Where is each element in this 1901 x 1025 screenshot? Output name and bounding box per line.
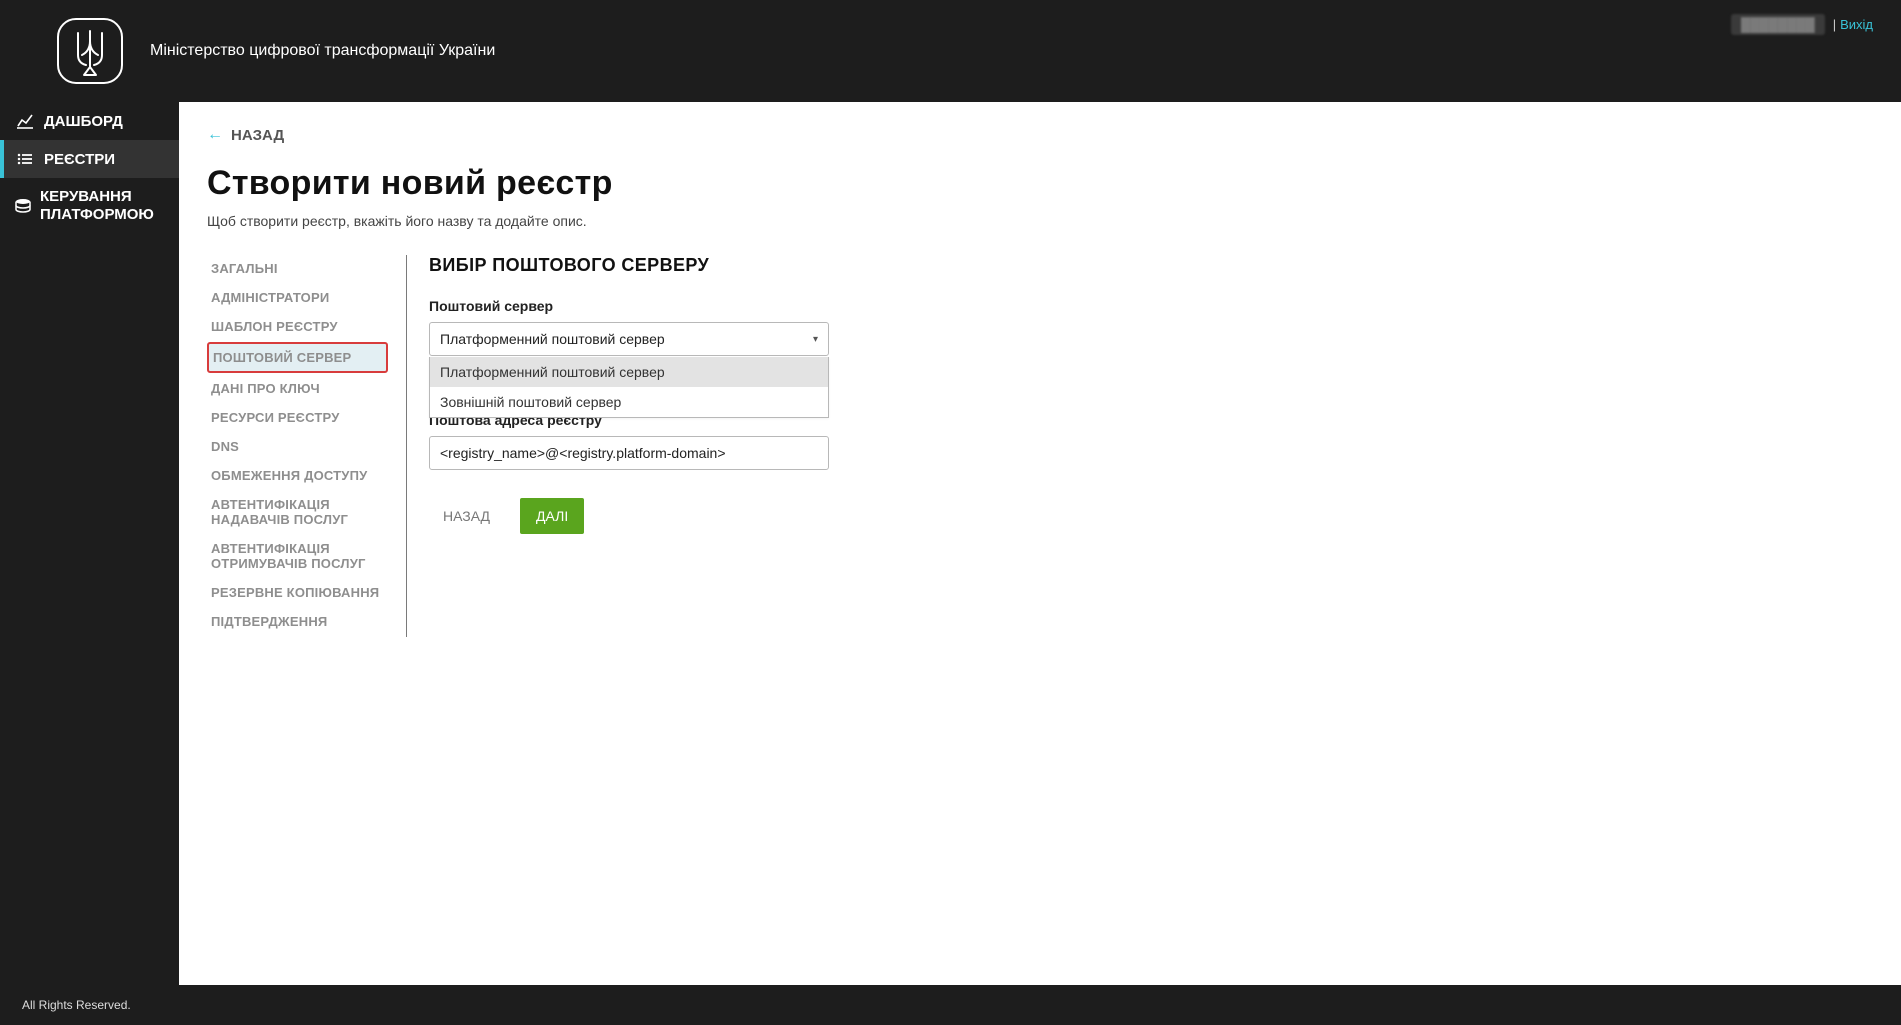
- sidebar-item-label: ДАШБОРД: [44, 113, 123, 130]
- page-subtitle: Щоб створити реєстр, вкажіть його назву …: [207, 213, 1873, 229]
- dbstack-icon: [14, 197, 32, 215]
- dropdown-option-external[interactable]: Зовнішній поштовий сервер: [430, 387, 828, 417]
- next-button[interactable]: ДАЛІ: [520, 498, 584, 534]
- registry-address-input[interactable]: <registry_name>@<registry.platform-domai…: [429, 436, 829, 470]
- user-badge: ████████: [1731, 14, 1825, 35]
- step-item-confirm[interactable]: ПІДТВЕРДЖЕННЯ: [207, 608, 388, 635]
- server-select[interactable]: Платформенний поштовий сервер ▾: [429, 322, 829, 356]
- step-item-accesslimit[interactable]: ОБМЕЖЕННЯ ДОСТУПУ: [207, 462, 388, 489]
- chart-icon: [14, 112, 36, 130]
- trident-icon: [54, 15, 126, 87]
- header: Міністерство цифрової трансформації Укра…: [0, 0, 1901, 102]
- header-right: ████████ | Вихід: [1731, 14, 1873, 35]
- sidebar: ДАШБОРД РЕЄСТРИ КЕРУВАННЯ ПЛАТФОРМОЮ: [0, 102, 179, 985]
- server-select-value: Платформенний поштовий сервер: [440, 331, 665, 347]
- back-button[interactable]: НАЗАД: [429, 498, 504, 534]
- step-nav: ЗАГАЛЬНІ АДМІНІСТРАТОРИ ШАБЛОН РЕЄСТРУ П…: [207, 255, 407, 637]
- sidebar-item-registries[interactable]: РЕЄСТРИ: [0, 140, 179, 178]
- step-item-admins[interactable]: АДМІНІСТРАТОРИ: [207, 284, 388, 311]
- logout-link[interactable]: Вихід: [1840, 17, 1873, 32]
- sidebar-item-platform-mgmt[interactable]: КЕРУВАННЯ ПЛАТФОРМОЮ: [0, 178, 179, 234]
- sidebar-item-dashboard[interactable]: ДАШБОРД: [0, 102, 179, 140]
- step-item-keydata[interactable]: ДАНІ ПРО КЛЮЧ: [207, 375, 388, 402]
- content: ← НАЗАД Створити новий реєстр Щоб створи…: [179, 102, 1901, 985]
- form-wrap: ЗАГАЛЬНІ АДМІНІСТРАТОРИ ШАБЛОН РЕЄСТРУ П…: [207, 255, 1873, 637]
- step-item-backup[interactable]: РЕЗЕРВНЕ КОПІЮВАННЯ: [207, 579, 388, 606]
- back-label: НАЗАД: [231, 127, 284, 144]
- page-title: Створити новий реєстр: [207, 164, 1873, 203]
- step-item-mailserver[interactable]: ПОШТОВИЙ СЕРВЕР: [207, 342, 388, 373]
- list-icon: [14, 150, 36, 168]
- chevron-down-icon: ▾: [813, 334, 818, 345]
- sidebar-item-label: КЕРУВАННЯ ПЛАТФОРМОЮ: [40, 188, 165, 224]
- back-link[interactable]: ← НАЗАД: [207, 126, 284, 144]
- registry-address-value: <registry_name>@<registry.platform-domai…: [440, 445, 726, 461]
- brand: Міністерство цифрової трансформації Укра…: [54, 15, 495, 87]
- divider: |: [1833, 17, 1836, 32]
- step-item-dns[interactable]: DNS: [207, 433, 388, 460]
- step-item-template[interactable]: ШАБЛОН РЕЄСТРУ: [207, 313, 388, 340]
- main: ДАШБОРД РЕЄСТРИ КЕРУВАННЯ ПЛАТФОРМОЮ ← Н…: [0, 102, 1901, 985]
- dropdown-option-platform[interactable]: Платформенний поштовий сервер: [430, 357, 828, 387]
- step-item-resources[interactable]: РЕСУРСИ РЕЄСТРУ: [207, 404, 388, 431]
- server-label: Поштовий сервер: [429, 298, 927, 314]
- arrow-left-icon: ←: [207, 126, 223, 144]
- section-title: ВИБІР ПОШТОВОГО СЕРВЕРУ: [429, 255, 927, 276]
- step-item-auth-providers[interactable]: АВТЕНТИФІКАЦІЯ НАДАВАЧІВ ПОСЛУГ: [207, 491, 388, 533]
- footer-text: All Rights Reserved.: [22, 998, 131, 1012]
- button-row: НАЗАД ДАЛІ: [429, 498, 927, 534]
- server-dropdown: Платформенний поштовий сервер Зовнішній …: [429, 357, 829, 418]
- sidebar-item-label: РЕЄСТРИ: [44, 151, 115, 168]
- brand-text: Міністерство цифрової трансформації Укра…: [150, 42, 495, 60]
- server-select-wrap: Платформенний поштовий сервер ▾ Платформ…: [429, 322, 927, 356]
- form-area: ВИБІР ПОШТОВОГО СЕРВЕРУ Поштовий сервер …: [407, 255, 927, 637]
- step-item-general[interactable]: ЗАГАЛЬНІ: [207, 255, 388, 282]
- step-item-auth-receivers[interactable]: АВТЕНТИФІКАЦІЯ ОТРИМУВАЧІВ ПОСЛУГ: [207, 535, 388, 577]
- footer: All Rights Reserved.: [0, 985, 1901, 1025]
